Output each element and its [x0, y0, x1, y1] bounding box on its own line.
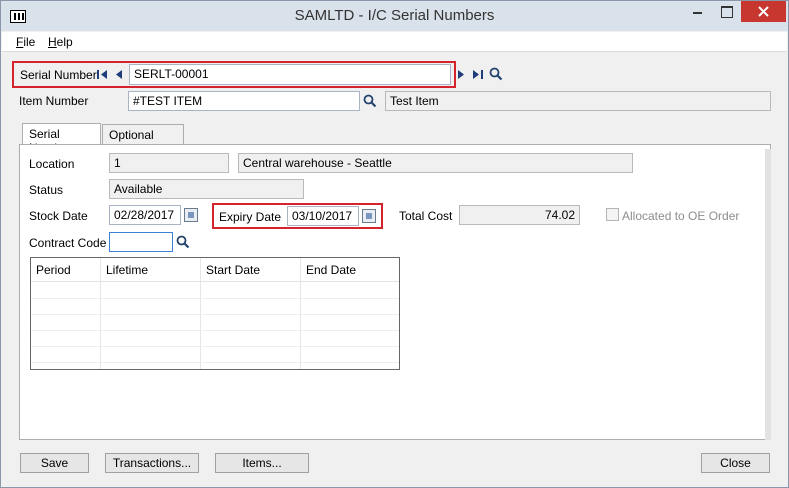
last-record-icon[interactable] — [471, 69, 483, 80]
grid-row-line — [31, 346, 399, 347]
grid-row-line — [31, 314, 399, 315]
contract-code-input[interactable] — [109, 232, 173, 252]
menu-bar: File Help — [2, 32, 787, 52]
item-number-label: Item Number — [19, 94, 89, 108]
close-window-icon[interactable] — [741, 1, 786, 22]
minimize-icon[interactable] — [684, 1, 710, 22]
next-record-icon[interactable] — [457, 69, 465, 80]
tab-serial-number[interactable]: Serial Number — [22, 123, 101, 155]
close-button[interactable]: Close — [701, 453, 770, 473]
transactions-button[interactable]: Transactions... — [105, 453, 199, 473]
grid-col-start-date[interactable]: Start Date — [206, 263, 260, 277]
expiry-date-label: Expiry Date — [219, 210, 282, 224]
stock-date-label: Stock Date — [29, 209, 88, 223]
grid-row-line — [31, 330, 399, 331]
maximize-icon[interactable] — [713, 1, 739, 22]
save-button[interactable]: Save — [20, 453, 89, 473]
expiry-date-input[interactable]: 03/10/2017 — [287, 206, 359, 226]
contract-code-label: Contract Code — [29, 236, 107, 250]
menu-help[interactable]: Help — [48, 35, 73, 49]
location-code-field: 1 — [109, 153, 229, 173]
allocated-oe-order-label: Allocated to OE Order — [622, 209, 740, 223]
panel-shadow — [765, 149, 771, 440]
window-title: SAMLTD - I/C Serial Numbers — [294, 7, 495, 24]
items-button[interactable]: Items... — [215, 453, 309, 473]
status-label: Status — [29, 183, 64, 197]
location-name-field: Central warehouse - Seattle — [238, 153, 633, 173]
total-cost-field: 74.02 — [459, 205, 580, 225]
grid-header: Period Lifetime Start Date End Date — [31, 258, 399, 282]
grid-row-line — [31, 298, 399, 299]
grid-col-end-date[interactable]: End Date — [306, 263, 356, 277]
app-window: SAMLTD - I/C Serial Numbers File Help Se… — [0, 0, 789, 488]
item-description-field: Test Item — [385, 91, 771, 111]
menu-file[interactable]: File — [16, 35, 35, 49]
title-bar: SAMLTD - I/C Serial Numbers — [1, 1, 788, 31]
stock-date-input[interactable]: 02/28/2017 — [109, 205, 181, 225]
total-cost-label: Total Cost — [399, 209, 453, 223]
grid-col-lifetime[interactable]: Lifetime — [106, 263, 148, 277]
location-label: Location — [29, 157, 75, 171]
serial-search-icon[interactable] — [489, 67, 503, 81]
serial-number-label: Serial Number — [20, 68, 97, 82]
stock-date-calendar-icon[interactable] — [184, 208, 198, 222]
serial-number-input[interactable]: SERLT-00001 — [129, 64, 451, 85]
grid-col-period[interactable]: Period — [36, 263, 71, 277]
expiry-date-calendar-icon[interactable] — [362, 209, 376, 223]
contract-search-icon[interactable] — [176, 235, 190, 249]
previous-record-icon[interactable] — [115, 69, 123, 80]
status-field: Available — [109, 179, 304, 199]
grid-row-line — [31, 362, 399, 363]
contract-period-grid[interactable]: Period Lifetime Start Date End Date — [30, 257, 400, 370]
allocated-oe-order-checkbox[interactable] — [606, 208, 619, 221]
item-search-icon[interactable] — [363, 94, 377, 108]
tab-optional-fields[interactable]: Optional Fields — [102, 124, 184, 156]
item-number-input[interactable]: #TEST ITEM — [128, 91, 360, 111]
first-record-icon[interactable] — [97, 69, 109, 80]
